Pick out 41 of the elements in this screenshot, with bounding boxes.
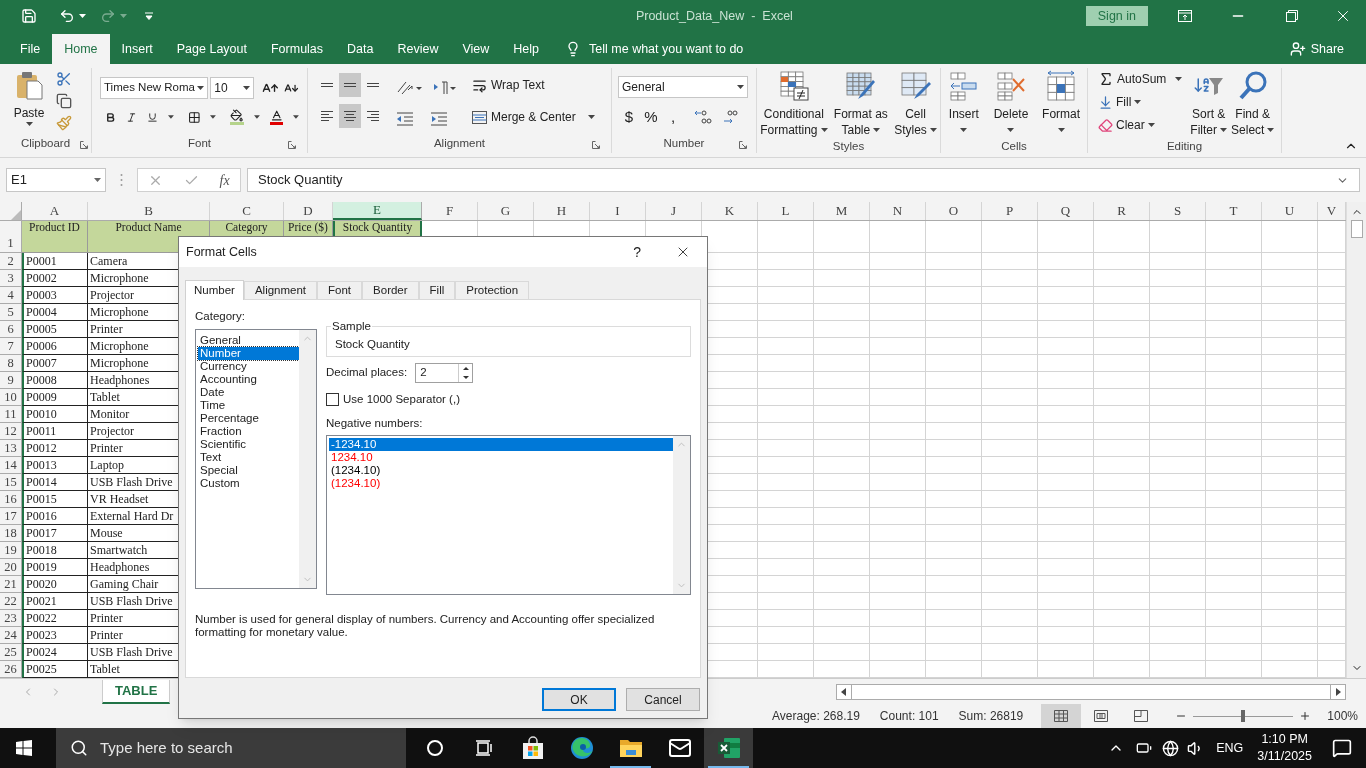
row-header: 26 [0, 661, 22, 678]
row-header: 15 [0, 474, 22, 491]
row-header: 19 [0, 542, 22, 559]
row-header: 5 [0, 304, 22, 321]
decimal-places-label: Decimal places: [326, 365, 408, 381]
negative-numbers-label: Negative numbers: [326, 416, 424, 432]
row-header: 1 [0, 221, 22, 253]
group-label: Styles [832, 139, 865, 154]
group-label: Editing [1166, 139, 1203, 154]
row-header: 8 [0, 355, 22, 372]
group-label: Font [188, 136, 211, 152]
separator-label: Use 1000 Separator (,) [343, 392, 460, 407]
row-header: 9 [0, 372, 22, 389]
group-label: Number [663, 136, 705, 152]
row-header: 7 [0, 338, 22, 355]
row-header: 25 [0, 644, 22, 661]
row-header: 4 [0, 287, 22, 304]
row-header: 14 [0, 457, 22, 474]
window-title: Product_Data_New - Excel [635, 7, 793, 25]
row-header: 24 [0, 627, 22, 644]
row-header: 13 [0, 440, 22, 457]
row-header: 21 [0, 576, 22, 593]
group-label: Alignment [433, 136, 486, 152]
status-average: Average: 268.19 [772, 708, 860, 725]
group-label: Cells [1001, 139, 1027, 154]
row-header: 22 [0, 593, 22, 610]
status-count: Count: 101 [879, 708, 939, 725]
row-header: 17 [0, 508, 22, 525]
row-header: 20 [0, 559, 22, 576]
row-header: 10 [0, 389, 22, 406]
row-header: 12 [0, 423, 22, 440]
row-header: 6 [0, 321, 22, 338]
row-header: 23 [0, 610, 22, 627]
row-header: 18 [0, 525, 22, 542]
row-header: 2 [0, 253, 22, 270]
row-header: 11 [0, 406, 22, 423]
sample-value: Stock Quantity [335, 336, 410, 352]
group-label: Clipboard [20, 136, 71, 152]
row-header: 16 [0, 491, 22, 508]
status-sum: Sum: 26819 [958, 708, 1024, 725]
row-header: 3 [0, 270, 22, 287]
